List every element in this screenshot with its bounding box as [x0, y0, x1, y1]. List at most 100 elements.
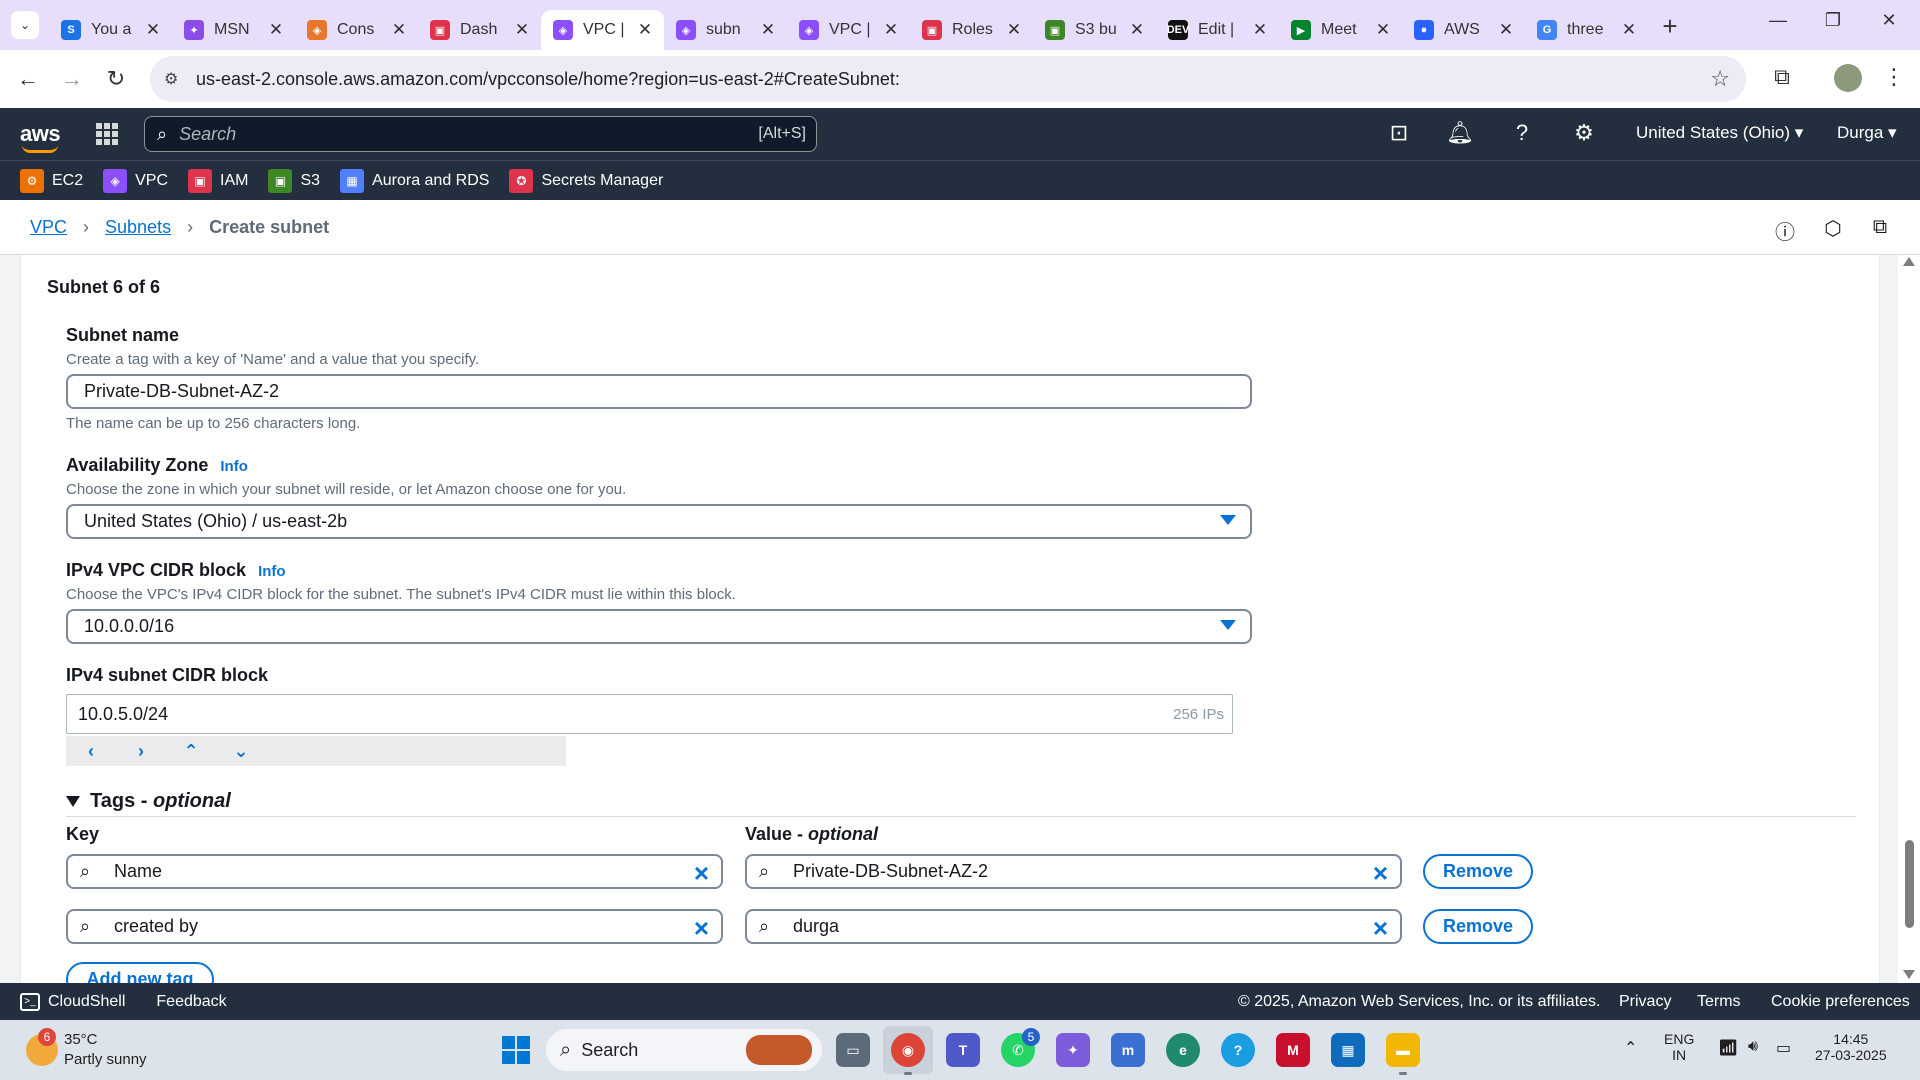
favorite-secrets-manager[interactable]: ✪ Secrets Manager: [509, 168, 663, 193]
close-tab-icon[interactable]: ✕: [757, 20, 779, 40]
scroll-down-arrow-icon[interactable]: [1903, 970, 1915, 979]
close-window-icon[interactable]: ✕: [1866, 10, 1912, 31]
aws-search-input[interactable]: [179, 123, 720, 145]
favorite-s3[interactable]: ▣ S3: [268, 168, 320, 193]
teams-icon[interactable]: T: [946, 1033, 980, 1067]
region-selector[interactable]: United States (Ohio) ▾: [1636, 123, 1803, 143]
extensions-icon[interactable]: ⧉: [1762, 64, 1802, 90]
tray-overflow-chevron-icon[interactable]: ⌃: [1624, 1038, 1637, 1058]
battery-icon[interactable]: ▭: [1776, 1038, 1791, 1058]
favorite-aurora-and-rds[interactable]: ▦ Aurora and RDS: [340, 168, 489, 193]
volume-icon[interactable]: 🔊︎: [1748, 1038, 1758, 1056]
scroll-up-arrow-icon[interactable]: [1903, 257, 1915, 266]
help-icon[interactable]: ?: [1507, 120, 1537, 146]
feedback-link[interactable]: Feedback: [156, 993, 226, 1011]
language-indicator[interactable]: ENG IN: [1664, 1031, 1694, 1063]
url-text[interactable]: us-east-2.console.aws.amazon.com/vpccons…: [196, 69, 900, 90]
close-tab-icon[interactable]: ✕: [634, 20, 656, 40]
cidr-next-icon[interactable]: ›: [116, 741, 166, 762]
mytp-icon[interactable]: m: [1111, 1033, 1145, 1067]
tag-value-input[interactable]: ⌕ Private-DB-Subnet-AZ-2 ×: [745, 854, 1402, 889]
cloudshell-icon[interactable]: ⊡: [1384, 120, 1414, 146]
breadcrumb-vpc-link[interactable]: VPC: [30, 217, 67, 238]
reload-icon[interactable]: ↻: [96, 66, 136, 92]
wifi-icon[interactable]: 📶︎: [1718, 1038, 1738, 1058]
new-tab-button[interactable]: +: [1654, 11, 1686, 42]
browser-tab[interactable]: DEV Edit | ✕: [1156, 10, 1279, 50]
breadcrumb-subnets-link[interactable]: Subnets: [105, 217, 171, 238]
workspace-icon[interactable]: ⧉: [1866, 216, 1894, 239]
browser-tab[interactable]: ▣ Roles ✕: [910, 10, 1033, 50]
edge-icon[interactable]: e: [1166, 1033, 1200, 1067]
page-scrollbar[interactable]: [1898, 255, 1920, 983]
vpc-cidr-select[interactable]: 10.0.0.0/16: [66, 609, 1252, 644]
tag-key-input[interactable]: ⌕ created by ×: [66, 909, 723, 944]
store-icon[interactable]: ▦: [1331, 1033, 1365, 1067]
mcafee-icon[interactable]: M: [1276, 1033, 1310, 1067]
close-tab-icon[interactable]: ✕: [265, 20, 287, 40]
clear-icon[interactable]: ×: [694, 858, 709, 889]
terms-link[interactable]: Terms: [1697, 993, 1741, 1011]
services-grid-icon[interactable]: [96, 123, 118, 145]
browser-tab[interactable]: ● AWS ✕: [1402, 10, 1525, 50]
chrome-icon[interactable]: ◉: [891, 1033, 925, 1067]
close-tab-icon[interactable]: ✕: [1003, 20, 1025, 40]
site-info-icon[interactable]: ⚙: [164, 69, 186, 89]
browser-tab[interactable]: Gthree ✕: [1525, 10, 1648, 50]
privacy-link[interactable]: Privacy: [1619, 993, 1671, 1011]
copilot-icon[interactable]: ✦: [1056, 1033, 1090, 1067]
windows-start-icon[interactable]: [502, 1036, 530, 1064]
browser-tab[interactable]: ◈ Cons ✕: [295, 10, 418, 50]
clock[interactable]: 14:45 27-03-2025: [1815, 1031, 1887, 1063]
browser-menu-icon[interactable]: ⋮: [1874, 64, 1914, 90]
clear-icon[interactable]: ×: [694, 913, 709, 944]
favorite-iam[interactable]: ▣ IAM: [188, 168, 248, 193]
subnet-name-input[interactable]: Private-DB-Subnet-AZ-2: [66, 374, 1252, 409]
aws-logo[interactable]: aws: [20, 121, 64, 153]
clear-icon[interactable]: ×: [1373, 913, 1388, 944]
close-tab-icon[interactable]: ✕: [1618, 20, 1640, 40]
browser-tab[interactable]: ◈ VPC | ✕: [541, 10, 664, 50]
close-tab-icon[interactable]: ✕: [1126, 20, 1148, 40]
weather-condition[interactable]: Partly sunny: [64, 1051, 147, 1068]
aws-search-box[interactable]: ⌕ [Alt+S]: [144, 116, 817, 152]
add-new-tag-button[interactable]: Add new tag: [66, 962, 214, 983]
az-info-link[interactable]: Info: [220, 458, 248, 475]
favorite-ec2[interactable]: ⚙ EC2: [20, 168, 83, 193]
browser-tab[interactable]: ▣ S3 bu ✕: [1033, 10, 1156, 50]
remove-tag-button[interactable]: Remove: [1423, 854, 1533, 889]
omnibox[interactable]: ⚙ us-east-2.console.aws.amazon.com/vpcco…: [150, 56, 1746, 102]
favorite-vpc[interactable]: ◈ VPC: [103, 168, 168, 193]
back-icon[interactable]: ←: [8, 66, 48, 92]
close-tab-icon[interactable]: ✕: [511, 20, 533, 40]
az-select[interactable]: United States (Ohio) / us-east-2b: [66, 504, 1252, 539]
close-tab-icon[interactable]: ✕: [1249, 20, 1271, 40]
taskbar-search[interactable]: ⌕ Search: [546, 1029, 822, 1071]
bookmark-star-icon[interactable]: ☆: [1710, 66, 1730, 92]
cookie-preferences-link[interactable]: Cookie preferences: [1771, 993, 1910, 1011]
close-tab-icon[interactable]: ✕: [880, 20, 902, 40]
tags-section-toggle[interactable]: Tags - optional: [66, 790, 231, 813]
cidr-increment-icon[interactable]: ⌃: [166, 741, 216, 762]
tag-key-input[interactable]: ⌕ Name ×: [66, 854, 723, 889]
scrollbar-thumb[interactable]: [1905, 840, 1914, 928]
cloudshell-button[interactable]: >_ CloudShell: [20, 992, 125, 1011]
settings-gear-icon[interactable]: ⚙: [1569, 120, 1599, 146]
clear-icon[interactable]: ×: [1373, 858, 1388, 889]
close-tab-icon[interactable]: ✕: [388, 20, 410, 40]
task-view-icon[interactable]: ▭: [836, 1033, 870, 1067]
close-tab-icon[interactable]: ✕: [1495, 20, 1517, 40]
browser-tab[interactable]: ◈ subn ✕: [664, 10, 787, 50]
browser-tab[interactable]: S You a ✕: [49, 10, 172, 50]
notifications-bell-icon[interactable]: 🔔︎: [1445, 120, 1475, 146]
forward-icon[interactable]: →: [52, 66, 92, 92]
browser-tab[interactable]: ▶ Meet ✕: [1279, 10, 1402, 50]
profile-avatar[interactable]: [1834, 64, 1862, 92]
close-tab-icon[interactable]: ✕: [142, 20, 164, 40]
tab-search-chevron-icon[interactable]: ⌄: [11, 11, 39, 39]
amazon-q-icon[interactable]: ⬡: [1819, 216, 1847, 241]
browser-tab[interactable]: ▣ Dash ✕: [418, 10, 541, 50]
browser-tab[interactable]: ✦ MSN ✕: [172, 10, 295, 50]
help-app-icon[interactable]: ?: [1221, 1033, 1255, 1067]
remove-tag-button[interactable]: Remove: [1423, 909, 1533, 944]
